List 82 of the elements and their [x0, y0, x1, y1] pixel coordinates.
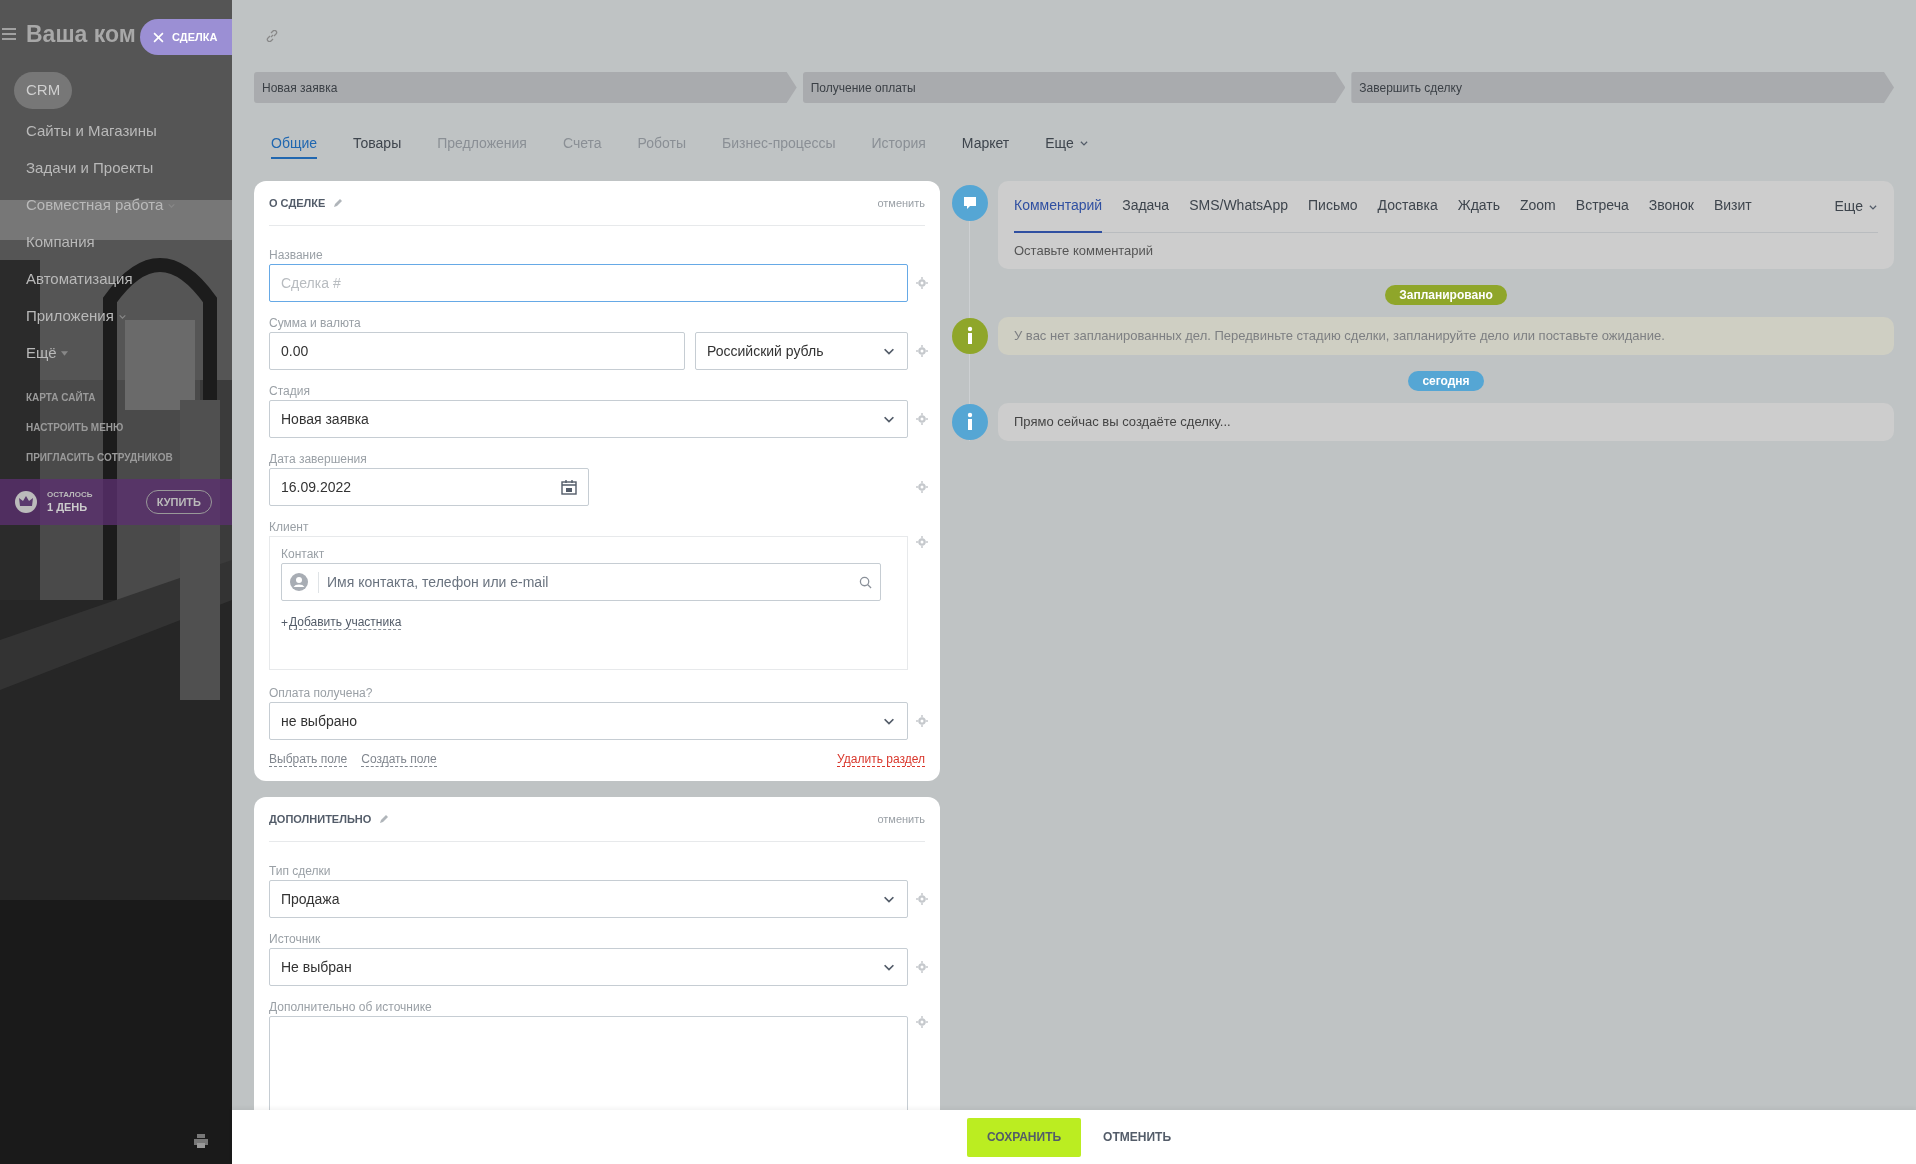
chevron-icon: [167, 201, 177, 210]
printer-icon[interactable]: [194, 1134, 208, 1148]
field-label: Оплата получена?: [269, 685, 374, 702]
composer-tab[interactable]: SMS/WhatsApp: [1189, 181, 1288, 233]
amount-field[interactable]: 0.00: [269, 332, 685, 370]
dropdown[interactable]: Продажа: [269, 880, 908, 918]
footer-link[interactable]: Выбрать поле: [269, 752, 348, 767]
input-field[interactable]: Сделка #: [269, 264, 908, 302]
sidebar-link[interactable]: ПРИГЛАСИТЬ СОТРУДНИКОВ: [26, 450, 173, 465]
field-label: Дата завершения: [269, 451, 368, 468]
footer-link[interactable]: Создать поле: [361, 752, 437, 767]
close-slider-tab[interactable]: СДЕЛКА: [140, 19, 232, 55]
date-field[interactable]: 16.09.2022: [269, 468, 589, 506]
composer-tab[interactable]: Ждать: [1457, 181, 1500, 233]
field-label: Дополнительно об источнике: [269, 999, 433, 1016]
field-label: Тип сделки: [269, 863, 332, 880]
delete-section-link[interactable]: Удалить раздел: [837, 752, 925, 767]
calendar-icon[interactable]: [561, 479, 577, 495]
contact-search-field[interactable]: Имя контакта, телефон или e-mail: [281, 563, 881, 601]
person-icon: [290, 573, 308, 591]
stage-button[interactable]: Завершить сделку: [1351, 72, 1894, 103]
cancel-link[interactable]: отменить: [877, 810, 925, 828]
close-icon: [153, 31, 164, 43]
tab[interactable]: Маркет: [961, 129, 1010, 159]
composer-tab[interactable]: Комментарий: [1014, 181, 1103, 233]
date-badge: Запланировано: [1385, 285, 1507, 305]
tab[interactable]: Товары: [353, 129, 402, 159]
composer-tab[interactable]: Доставка: [1377, 181, 1438, 233]
composer-tab[interactable]: Zoom: [1520, 181, 1556, 233]
comment-icon: [952, 185, 988, 221]
dropdown[interactable]: не выбрано: [269, 702, 908, 740]
field-label: Название: [269, 247, 324, 264]
dropdown[interactable]: Новая заявка: [269, 400, 908, 438]
sidebar-item[interactable]: Сайты и Магазины: [14, 113, 169, 150]
sidebar-item[interactable]: Автоматизация: [14, 261, 145, 298]
trial-caption: ОСТАЛОСЬ: [47, 490, 93, 500]
composer-tab[interactable]: Встреча: [1575, 181, 1629, 233]
field-label: Контакт: [281, 546, 326, 563]
composer-tab[interactable]: Письмо: [1308, 181, 1358, 233]
caret-icon: [60, 351, 68, 356]
dropdown[interactable]: Российский рубль: [695, 332, 908, 370]
menu-icon[interactable]: [2, 28, 16, 40]
sidebar-item[interactable]: Приложения: [14, 298, 139, 335]
cancel-link[interactable]: отменить: [877, 194, 925, 212]
search-icon[interactable]: [859, 575, 872, 589]
link-icon[interactable]: [266, 30, 278, 42]
comment-placeholder[interactable]: Оставьте комментарий: [1014, 233, 1878, 269]
stage-button[interactable]: Новая заявка: [254, 72, 797, 103]
tab[interactable]: Еще: [1045, 129, 1089, 159]
field-label: Сумма и валюта: [269, 315, 362, 332]
composer-tab[interactable]: Звонок: [1648, 181, 1694, 233]
composer-tab[interactable]: Визит: [1713, 181, 1752, 233]
more-menu-button[interactable]: Еще: [1834, 196, 1878, 217]
sidebar-link[interactable]: НАСТРОИТЬ МЕНЮ: [26, 420, 124, 435]
field-label: Клиент: [269, 519, 310, 536]
company-title: Ваша ком: [26, 19, 136, 49]
dropdown[interactable]: Не выбран: [269, 948, 908, 986]
sidebar-item[interactable]: CRM: [14, 72, 73, 109]
sidebar-link[interactable]: КАРТА САЙТА: [26, 390, 96, 405]
chevron-icon: [117, 312, 127, 321]
field-label: Источник: [269, 931, 322, 948]
section-title: О СДЕЛКЕ: [269, 195, 326, 211]
stage-button[interactable]: Получение оплаты: [802, 72, 1346, 103]
trial-days: 1 ДЕНЬ: [47, 500, 93, 514]
date-badge: сегодня: [1408, 371, 1484, 391]
tab[interactable]: Общие: [271, 129, 318, 159]
sidebar-item[interactable]: Задачи и Проекты: [14, 150, 166, 187]
section-title: ДОПОЛНИТЕЛЬНО: [269, 811, 372, 827]
sidebar-item[interactable]: Ещё: [14, 335, 80, 372]
field-label: Стадия: [269, 383, 311, 400]
sidebar-item[interactable]: Компания: [14, 224, 107, 261]
event-card: Прямо сейчас вы создаёте сделку...: [998, 403, 1894, 441]
crown-icon: [15, 491, 37, 513]
add-participant-link[interactable]: Добавить участника: [289, 615, 402, 630]
pencil-icon[interactable]: [333, 198, 344, 208]
chevron-icon: [1078, 138, 1089, 148]
notice-card: У вас нет запланированных дел. Передвиньте стадию сделки, запланируйте дело или поставьте ожидание.: [998, 317, 1894, 355]
cancel-button[interactable]: ОТМЕНИТЬ: [1093, 1117, 1181, 1157]
pencil-icon[interactable]: [379, 814, 390, 824]
plus-sign: +: [281, 616, 288, 630]
composer-tab[interactable]: Задача: [1122, 181, 1170, 233]
save-button[interactable]: СОХРАНИТЬ: [967, 1117, 1082, 1157]
